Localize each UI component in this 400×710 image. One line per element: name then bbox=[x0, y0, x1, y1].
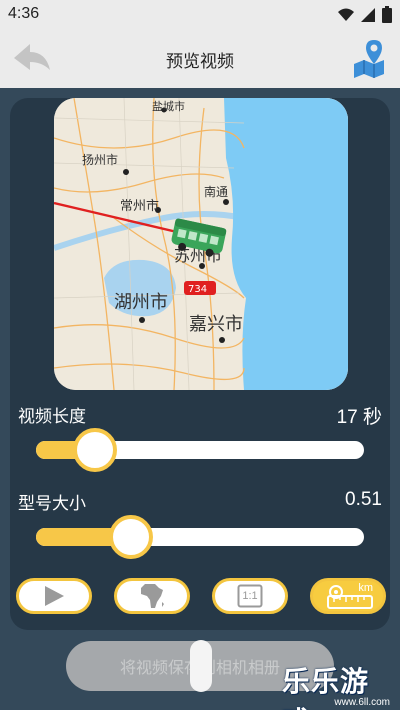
aspect-ratio-label: 1:1 bbox=[242, 590, 258, 602]
watermark-url: www.6ll.com bbox=[334, 697, 390, 708]
map-canvas: 盐城市 扬州市 常州市 南通 苏州市 湖州市 嘉兴市 734 bbox=[54, 98, 348, 390]
status-bar: 4:36 bbox=[0, 0, 400, 30]
model-size-value: 0.51 bbox=[345, 489, 382, 510]
model-size-label: 型号大小 bbox=[18, 494, 86, 514]
site-watermark: 乐乐游戏 www.6ll.com bbox=[282, 660, 400, 710]
map-pin-icon bbox=[354, 40, 384, 78]
city-label: 南通 bbox=[204, 184, 228, 199]
model-size-row: 型号大小 0.51 bbox=[18, 489, 382, 517]
model-size-slider[interactable] bbox=[36, 528, 364, 546]
status-time: 4:36 bbox=[8, 5, 40, 22]
video-length-slider-thumb[interactable] bbox=[73, 428, 118, 472]
video-length-row: 视频长度 17 秒 bbox=[18, 402, 382, 430]
model-size-slider-thumb[interactable] bbox=[109, 515, 154, 559]
video-length-label: 视频长度 bbox=[18, 407, 86, 427]
signal-icon bbox=[361, 7, 375, 22]
save-button-handle bbox=[190, 640, 212, 692]
africa-map-icon bbox=[141, 584, 164, 608]
aspect-ratio-button[interactable]: 1:1 bbox=[212, 578, 288, 614]
city-label: 盐城市 bbox=[152, 99, 185, 113]
battery-icon bbox=[382, 6, 392, 23]
city-label: 湖州市 bbox=[114, 292, 168, 313]
play-icon bbox=[45, 586, 64, 606]
city-label: 扬州市 bbox=[82, 152, 118, 167]
app-bar: 预览视频 bbox=[0, 30, 400, 88]
road-badge-label: 734 bbox=[188, 284, 207, 295]
map-style-button[interactable] bbox=[114, 578, 190, 614]
scale-km-label: km bbox=[358, 582, 373, 594]
city-label: 嘉兴市 bbox=[189, 314, 243, 335]
map-preview: 盐城市 扬州市 常州市 南通 苏州市 湖州市 嘉兴市 734 bbox=[54, 98, 348, 390]
city-label: 常州市 bbox=[120, 198, 159, 214]
page-title: 预览视频 bbox=[166, 52, 234, 72]
status-icons bbox=[338, 6, 392, 23]
wifi-icon bbox=[338, 8, 354, 21]
video-length-value: 17 秒 bbox=[336, 407, 382, 428]
map-pin-button[interactable] bbox=[350, 38, 388, 78]
play-button[interactable] bbox=[16, 578, 92, 614]
scale-button[interactable]: km bbox=[310, 578, 386, 614]
sea bbox=[224, 98, 348, 390]
